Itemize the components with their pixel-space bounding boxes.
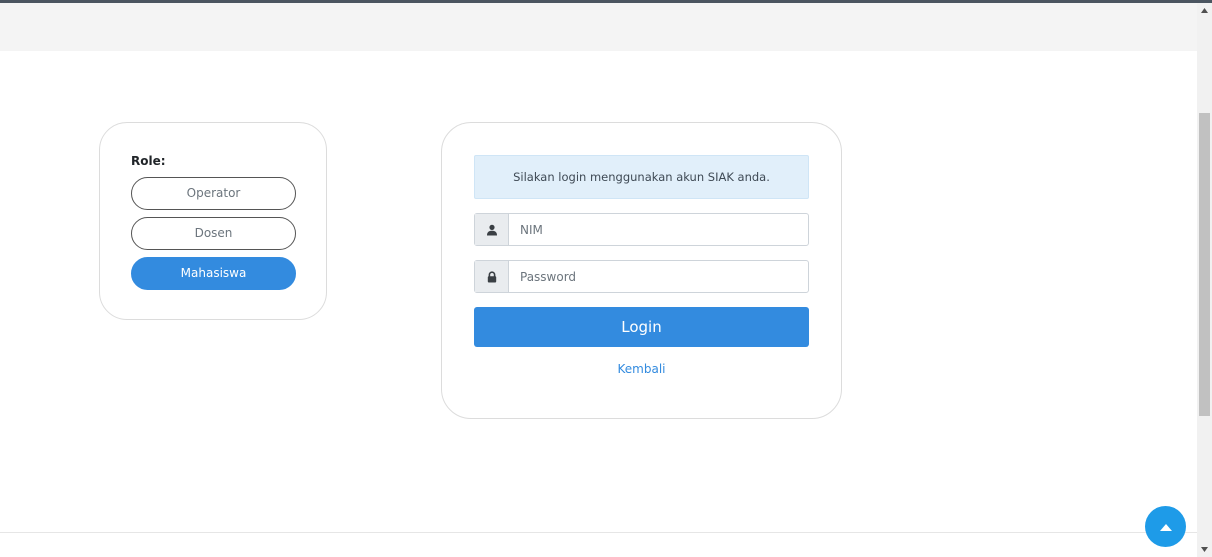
lock-icon xyxy=(475,261,509,292)
scrollbar-thumb[interactable] xyxy=(1199,113,1210,416)
role-label: Role: xyxy=(131,154,166,168)
user-icon xyxy=(475,214,509,245)
role-panel: Role: Operator Dosen Mahasiswa xyxy=(99,122,327,320)
password-input[interactable] xyxy=(509,261,808,292)
password-input-group xyxy=(474,260,809,293)
scroll-down-arrow-icon[interactable] xyxy=(1197,542,1212,557)
footer-divider xyxy=(0,532,1197,533)
nim-input-group xyxy=(474,213,809,246)
role-mahasiswa-button[interactable]: Mahasiswa xyxy=(131,257,296,290)
role-dosen-button[interactable]: Dosen xyxy=(131,217,296,250)
page-scrollbar[interactable] xyxy=(1197,3,1212,557)
login-notice: Silakan login menggunakan akun SIAK anda… xyxy=(474,155,809,199)
back-link[interactable]: Kembali xyxy=(442,362,841,376)
arrow-up-icon xyxy=(1159,517,1173,536)
login-button[interactable]: Login xyxy=(474,307,809,347)
scroll-up-arrow-icon[interactable] xyxy=(1197,3,1212,18)
login-panel: Silakan login menggunakan akun SIAK anda… xyxy=(441,122,842,419)
role-operator-button[interactable]: Operator xyxy=(131,177,296,210)
page-header xyxy=(0,3,1197,51)
nim-input[interactable] xyxy=(509,214,808,245)
scroll-to-top-button[interactable] xyxy=(1145,506,1186,547)
